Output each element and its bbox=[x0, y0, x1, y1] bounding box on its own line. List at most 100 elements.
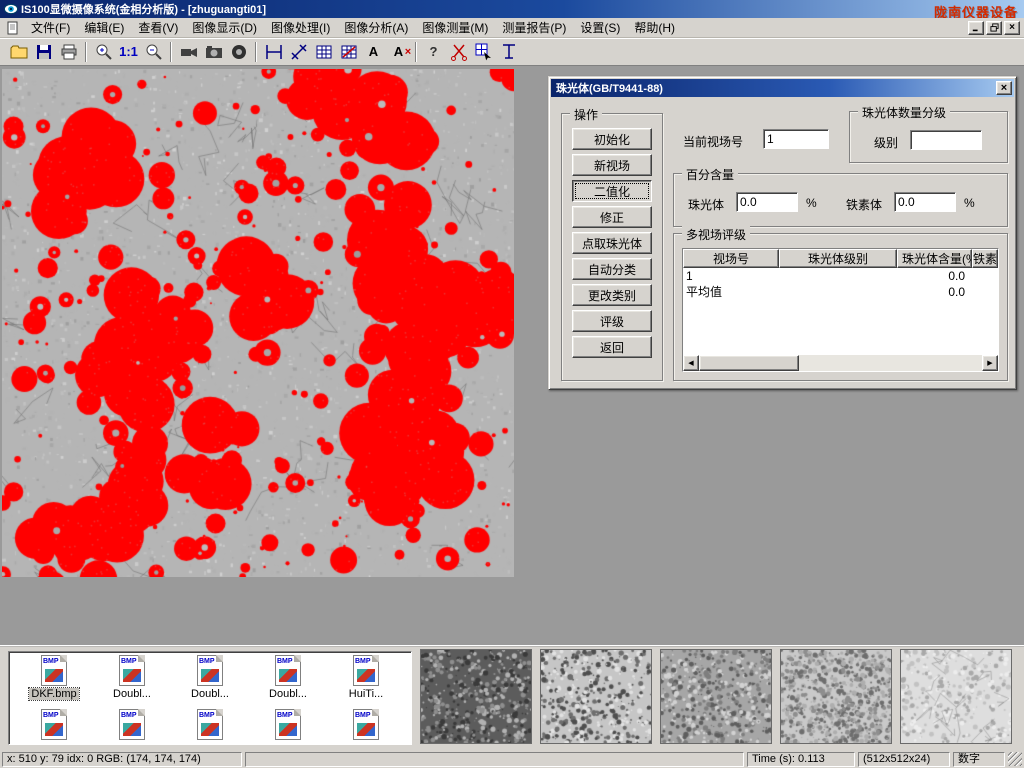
menu-item[interactable]: 编辑(E) bbox=[77, 17, 131, 38]
grade-group-label: 珠光体数量分级 bbox=[858, 104, 950, 121]
column-header[interactable]: 铁素 bbox=[972, 249, 998, 268]
dialog-title-bar[interactable]: 珠光体(GB/T9441-88) × bbox=[551, 79, 1014, 97]
bmp-file-icon: BMP bbox=[119, 655, 145, 686]
cell-grade bbox=[755, 284, 851, 300]
cut-icon[interactable] bbox=[446, 40, 471, 64]
rating-table-body: 1 0.0 平均值 0.0 bbox=[683, 268, 998, 355]
column-header[interactable]: 珠光体含量(%) bbox=[897, 249, 972, 268]
rating-table[interactable]: 视场号珠光体级别珠光体含量(%)铁素 1 0.0 bbox=[682, 248, 999, 372]
bmp-file-icon: BMP bbox=[275, 655, 301, 686]
percent-group: 百分含量 珠光体 % 铁素体 % bbox=[673, 173, 1008, 227]
menu-item[interactable]: 测量报告(P) bbox=[495, 17, 573, 38]
mdi-minimize-button[interactable] bbox=[968, 21, 984, 35]
thumbnail-4[interactable] bbox=[780, 649, 892, 744]
table-row[interactable]: 1 0.0 bbox=[683, 268, 998, 284]
file-browser[interactable]: BMP DKF.bmp BMP Doubl... bbox=[8, 651, 412, 745]
file-name: Doubl... bbox=[111, 688, 153, 700]
operation-button[interactable]: 修正 bbox=[572, 206, 652, 228]
current-field-input[interactable] bbox=[763, 129, 829, 149]
grid-measure-icon[interactable] bbox=[336, 40, 361, 64]
menu-item[interactable]: 设置(S) bbox=[573, 17, 627, 38]
camera-icon[interactable] bbox=[201, 40, 226, 64]
dialog-body: 操作 初始化新视场二值化修正点取珠光体自动分类更改类别评级返回 当前视场号 珠光… bbox=[551, 97, 1014, 389]
dialog-close-button[interactable]: × bbox=[996, 81, 1012, 95]
thumbnail-5[interactable] bbox=[900, 649, 1012, 744]
operation-button[interactable]: 新视场 bbox=[572, 154, 652, 176]
help-icon[interactable]: ? bbox=[421, 40, 446, 64]
mdi-close-button[interactable]: × bbox=[1004, 21, 1020, 35]
operation-button[interactable]: 评级 bbox=[572, 310, 652, 332]
status-spacer bbox=[245, 752, 744, 767]
file-item[interactable]: BMP Doubl... bbox=[171, 655, 249, 700]
operation-button[interactable]: 自动分类 bbox=[572, 258, 652, 280]
ferrite-percent-input[interactable] bbox=[894, 192, 956, 212]
pearlite-label: 珠光体 bbox=[688, 196, 724, 213]
file-item[interactable]: BMP HuiTi... bbox=[327, 655, 405, 700]
scroll-right-icon[interactable]: ▶ bbox=[982, 355, 998, 371]
mdi-controls: × bbox=[968, 21, 1020, 35]
zoom-in-icon[interactable] bbox=[91, 40, 116, 64]
open-icon[interactable] bbox=[6, 40, 31, 64]
menu-item[interactable]: 帮助(H) bbox=[627, 17, 682, 38]
video-camera-icon[interactable] bbox=[176, 40, 201, 64]
operation-button[interactable]: 初始化 bbox=[572, 128, 652, 150]
font-icon[interactable]: A bbox=[361, 40, 386, 64]
ferrite-label: 铁素体 bbox=[846, 196, 882, 213]
zoom-out-icon[interactable] bbox=[141, 40, 166, 64]
scrollbar-thumb[interactable] bbox=[699, 355, 799, 371]
document-icon bbox=[5, 20, 21, 36]
operation-button[interactable]: 更改类别 bbox=[572, 284, 652, 306]
window-title: IS100显微摄像系统(金相分析版) - [zhuguangti01] bbox=[21, 1, 266, 17]
print-icon[interactable] bbox=[56, 40, 81, 64]
file-item[interactable]: BMP Doubl... bbox=[249, 655, 327, 700]
grade-input[interactable] bbox=[910, 130, 982, 150]
table-row[interactable]: 平均值 0.0 bbox=[683, 284, 998, 300]
scrollbar-track[interactable] bbox=[799, 355, 982, 371]
menu-item[interactable]: 图像显示(D) bbox=[185, 17, 264, 38]
multi-field-group-label: 多视场评级 bbox=[682, 226, 750, 243]
operation-button[interactable]: 二值化 bbox=[572, 180, 652, 202]
font-remove-icon[interactable]: A× bbox=[386, 40, 411, 64]
title-bar[interactable]: IS100显微摄像系统(金相分析版) - [zhuguangti01] 陇南仪器… bbox=[0, 0, 1024, 18]
menu-item[interactable]: 查看(V) bbox=[131, 17, 185, 38]
cell-grade bbox=[755, 268, 851, 284]
thumbnail-1[interactable] bbox=[420, 649, 532, 744]
menu-item[interactable]: 图像测量(M) bbox=[415, 17, 495, 38]
thumbnail-2[interactable] bbox=[540, 649, 652, 744]
table-horizontal-scrollbar[interactable]: ◀ ▶ bbox=[683, 355, 998, 371]
actual-size-icon[interactable]: 1:1 bbox=[116, 40, 141, 64]
file-name: DKF.bmp bbox=[29, 688, 78, 700]
menu-item[interactable]: 图像分析(A) bbox=[337, 17, 415, 38]
cell-field: 1 bbox=[683, 268, 755, 284]
scroll-left-icon[interactable]: ◀ bbox=[683, 355, 699, 371]
caliper-icon[interactable] bbox=[261, 40, 286, 64]
mdi-restore-button[interactable] bbox=[986, 21, 1002, 35]
menu-items: 文件(F)编辑(E)查看(V)图像显示(D)图像处理(I)图像分析(A)图像测量… bbox=[24, 17, 968, 38]
operation-button[interactable]: 点取珠光体 bbox=[572, 232, 652, 254]
save-icon[interactable] bbox=[31, 40, 56, 64]
status-bar: x: 510 y: 79 idx: 0 RGB: (174, 174, 174)… bbox=[0, 750, 1024, 768]
pearlite-percent-input[interactable] bbox=[736, 192, 798, 212]
thumbnail-3[interactable] bbox=[660, 649, 772, 744]
column-header[interactable]: 视场号 bbox=[683, 249, 779, 268]
bmp-file-icon: BMP bbox=[353, 655, 379, 686]
resize-grip[interactable] bbox=[1008, 752, 1022, 766]
pearlite-unit: % bbox=[806, 196, 817, 210]
menu-item[interactable]: 文件(F) bbox=[24, 17, 77, 38]
operation-group-label: 操作 bbox=[570, 106, 602, 123]
specimen-image[interactable] bbox=[2, 69, 514, 577]
menu-item[interactable]: 图像处理(I) bbox=[264, 17, 337, 38]
capture-icon[interactable] bbox=[226, 40, 251, 64]
column-header[interactable]: 珠光体级别 bbox=[779, 249, 897, 268]
time-readout: Time (s): 0.113 bbox=[747, 752, 855, 767]
file-item[interactable]: BMP Doubl... bbox=[93, 655, 171, 700]
file-item[interactable]: BMP DKF.bmp bbox=[15, 655, 93, 700]
pointer-grid-icon[interactable] bbox=[471, 40, 496, 64]
cell-content: 0.0 bbox=[851, 284, 969, 300]
stand-caliper-icon[interactable] bbox=[496, 40, 521, 64]
ferrite-unit: % bbox=[964, 196, 975, 210]
measure-diagonal-icon[interactable] bbox=[286, 40, 311, 64]
grid-icon[interactable] bbox=[311, 40, 336, 64]
operation-button[interactable]: 返回 bbox=[572, 336, 652, 358]
file-name: HuiTi... bbox=[347, 688, 385, 700]
